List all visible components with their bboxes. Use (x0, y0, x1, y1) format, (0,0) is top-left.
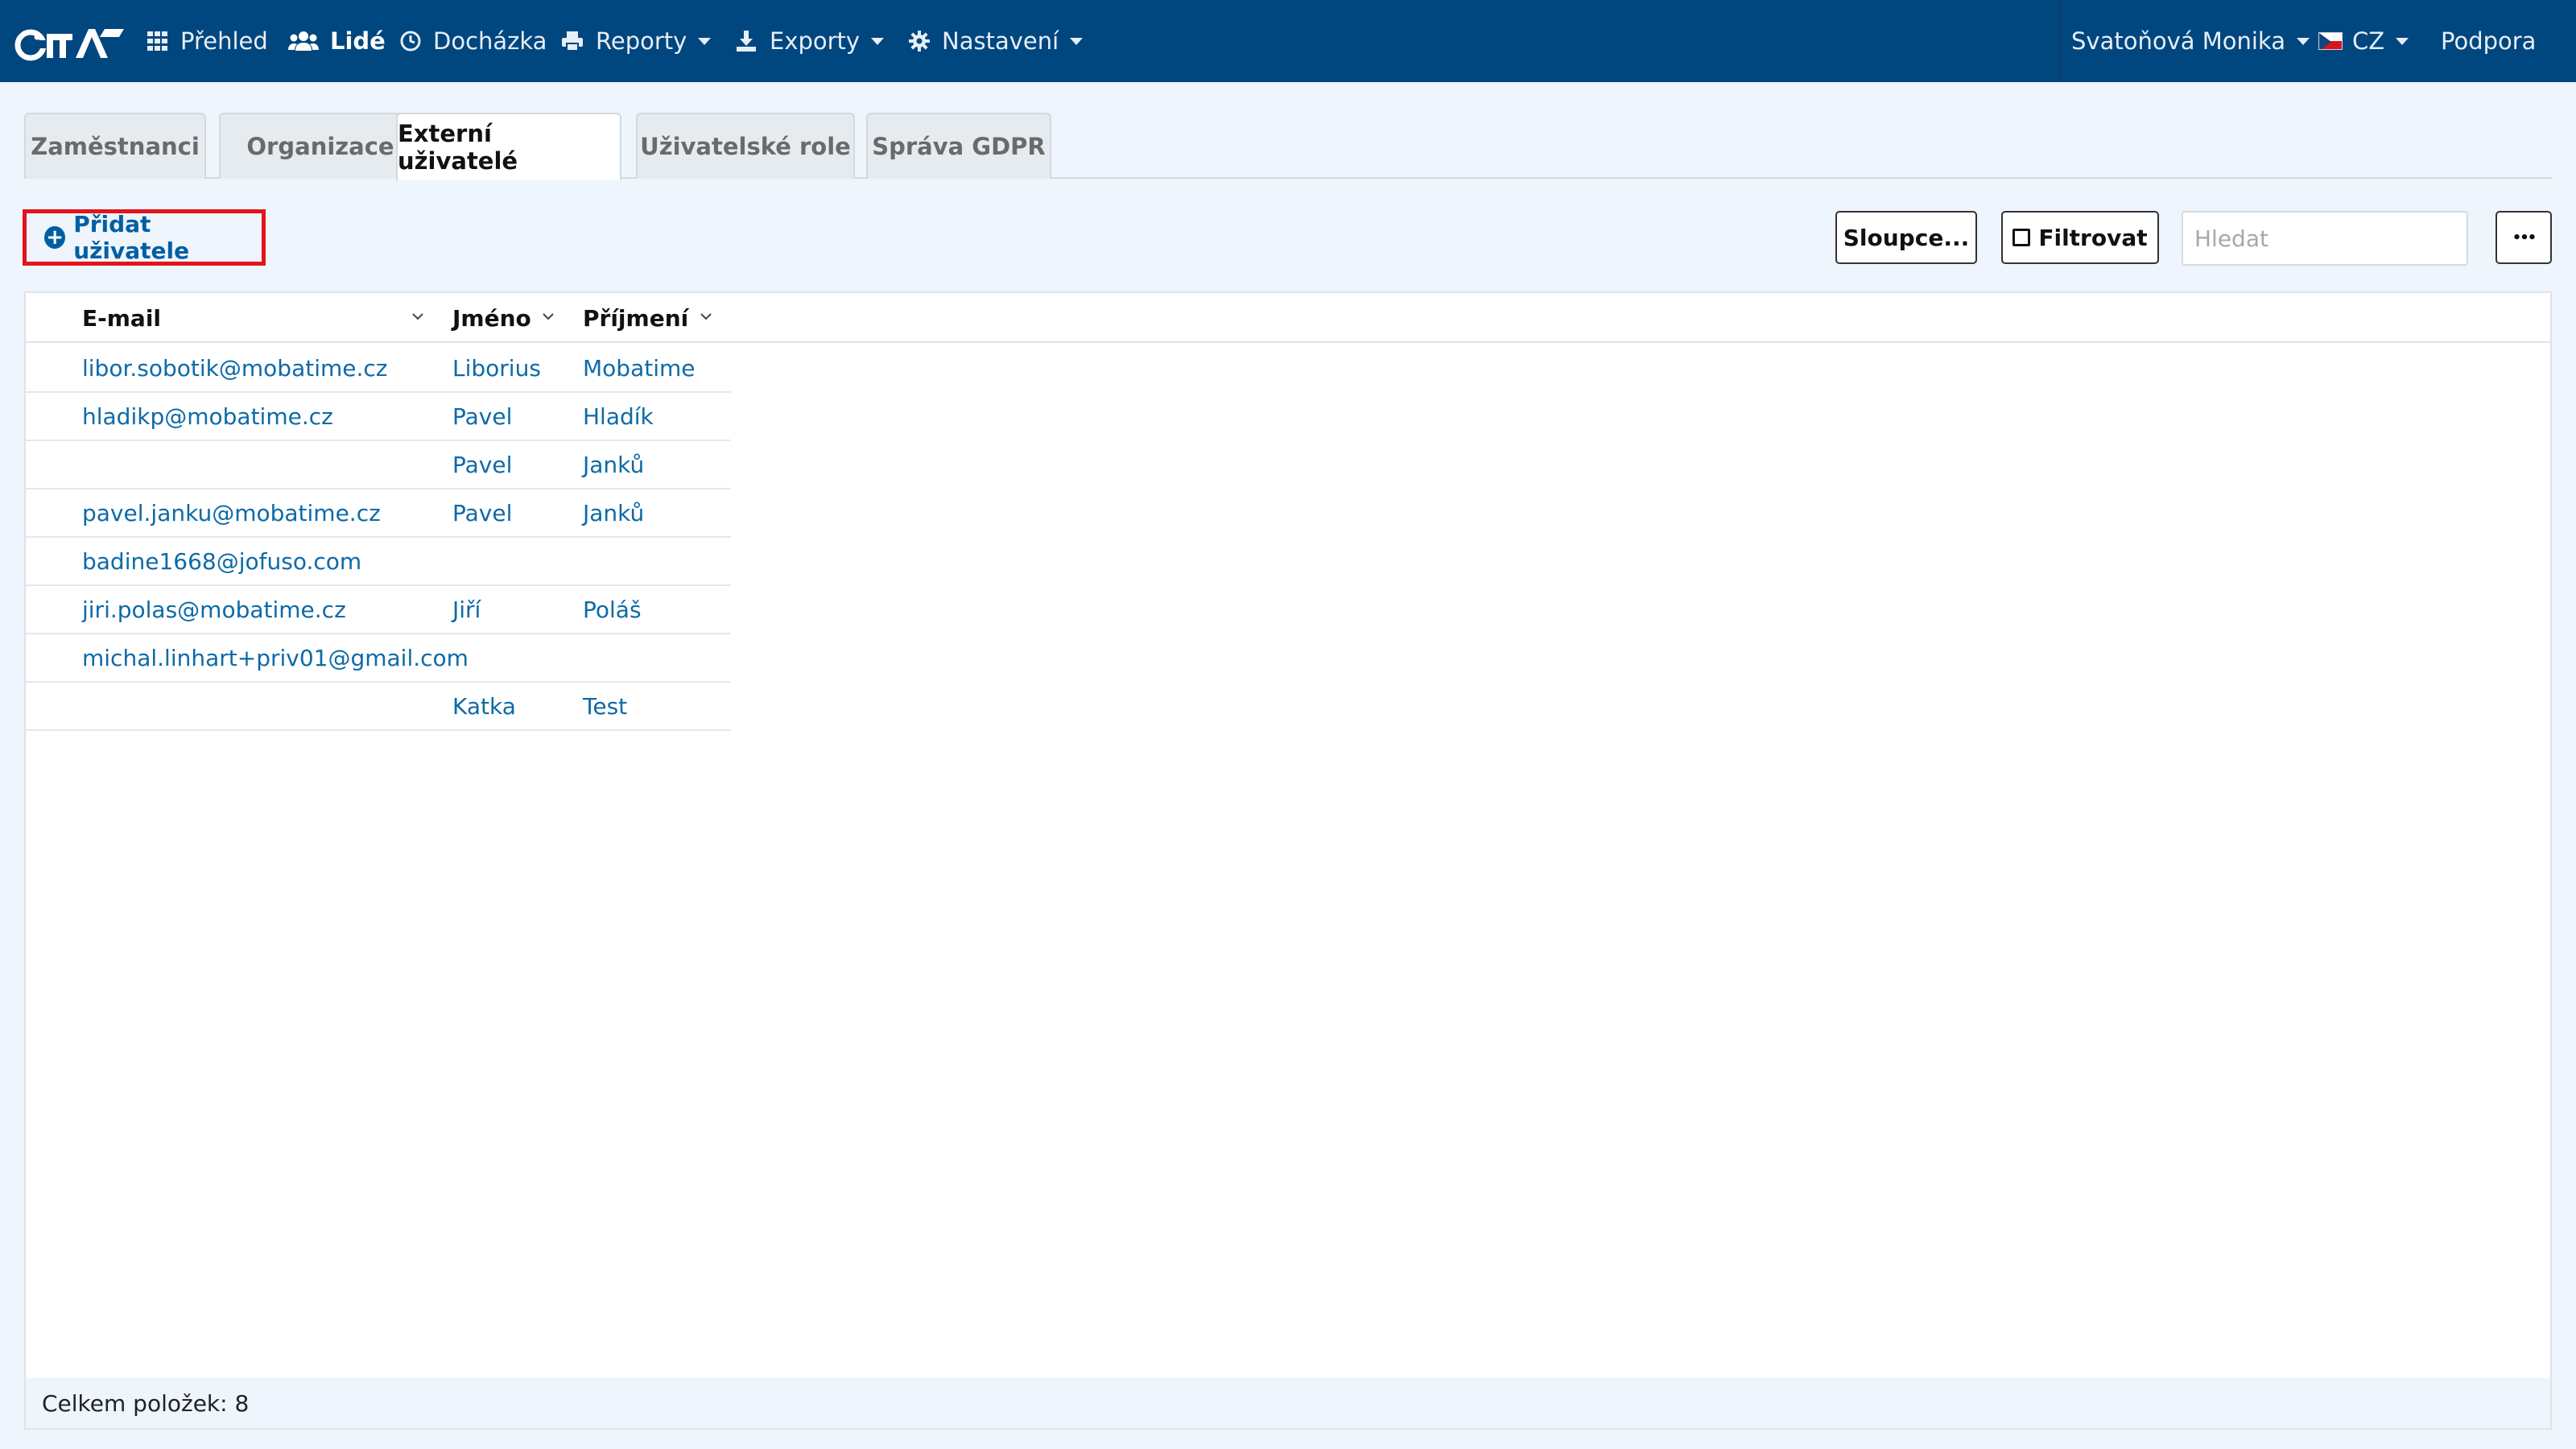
checkbox-icon (2013, 229, 2031, 246)
tab-label: Externí uživatelé (398, 120, 518, 175)
cell-first-name[interactable]: Pavel (452, 393, 512, 440)
table-row[interactable]: Katka Test (26, 683, 731, 731)
cell-last-name[interactable]: Test (583, 683, 627, 729)
tab-label: Uživatelské role (640, 133, 851, 160)
filter-label: Filtrovat (2038, 224, 2148, 251)
czech-flag-icon (2318, 32, 2343, 50)
cell-first-name[interactable]: Pavel (452, 489, 512, 536)
chevron-down-icon (871, 37, 885, 45)
cell-first-name[interactable]: Jiří (452, 586, 481, 633)
cell-last-name[interactable]: Poláš (583, 586, 642, 633)
table-footer: Celkem položek: 8 (26, 1378, 2550, 1428)
printer-icon (560, 30, 596, 52)
tab-label: Zaměstnanci (31, 133, 200, 160)
support-label: Podpora (2441, 27, 2537, 55)
tab-bar: Zaměstnanci Organizace Externí uživatelé Už… (24, 113, 2552, 180)
cell-last-name[interactable]: Janků (583, 441, 644, 488)
cell-email[interactable]: hladikp@mobatime.cz (82, 393, 333, 440)
nav-item-label: Lidé (330, 27, 386, 55)
table-row[interactable]: libor.sobotik@mobatime.cz Liborius Mobatim… (26, 345, 731, 393)
table-row[interactable]: jiri.polas@mobatime.cz Jiří Poláš (26, 586, 731, 634)
top-navbar: Přehled Lidé Docházka Reporty Exporty Nastave… (0, 0, 2576, 82)
plus-circle-icon: + (44, 226, 66, 249)
columns-button[interactable]: Sloupce... (1835, 211, 1977, 264)
column-label: Příjmení (583, 304, 689, 332)
total-items-count: Celkem položek: 8 (42, 1389, 250, 1417)
nav-item-label: Nastavení (942, 27, 1059, 55)
cell-email[interactable]: michal.linhart+priv01@gmail.com (82, 634, 469, 681)
user-menu[interactable]: Svatoňová Monika (2071, 0, 2310, 82)
language-menu[interactable]: CZ (2318, 0, 2409, 82)
nav-item-label: Exporty (770, 27, 861, 55)
nav-item-label: Přehled (180, 27, 268, 55)
users-icon (288, 30, 330, 52)
table-row[interactable]: hladikp@mobatime.cz Pavel Hladík (26, 393, 731, 441)
table-row[interactable]: michal.linhart+priv01@gmail.com (26, 634, 731, 683)
tab-organizace[interactable]: Organizace (219, 113, 422, 179)
chevron-down-icon (698, 37, 712, 45)
chevron-down-icon (2396, 37, 2409, 45)
cell-email[interactable]: pavel.janku@mobatime.cz (82, 489, 381, 536)
column-label: E-mail (82, 304, 162, 332)
cell-email[interactable]: badine1668@jofuso.com (82, 538, 361, 584)
cell-email[interactable]: jiri.polas@mobatime.cz (82, 586, 346, 633)
chevron-down-icon (2296, 37, 2310, 45)
nav-item-prehled[interactable]: Přehled (147, 0, 268, 82)
tab-label: Správa GDPR (872, 133, 1046, 160)
tab-sprava-gdpr[interactable]: Správa GDPR (866, 113, 1051, 179)
add-user-button[interactable]: + Přidat uživatele (23, 209, 266, 266)
chevron-down-icon[interactable] (409, 308, 427, 325)
language-label: CZ (2352, 27, 2385, 55)
cell-last-name[interactable]: Janků (583, 489, 644, 536)
cell-first-name[interactable]: Pavel (452, 441, 512, 488)
tab-externi-uzivatele[interactable]: Externí uživatelé (396, 113, 621, 180)
nav-item-exporty[interactable]: Exporty (734, 0, 885, 82)
clock-icon (399, 30, 433, 52)
gear-icon (908, 30, 942, 52)
nav-item-label: Reporty (596, 27, 687, 55)
filter-button[interactable]: Filtrovat (2001, 211, 2159, 264)
chevron-down-icon[interactable] (539, 308, 557, 325)
download-icon (734, 29, 770, 53)
chevron-down-icon[interactable] (697, 308, 715, 325)
columns-label: Sloupce... (1843, 224, 1970, 251)
ellipsis-icon: ••• (2512, 229, 2537, 246)
nav-item-dochazka[interactable]: Docházka (399, 0, 547, 82)
table-row[interactable]: badine1668@jofuso.com (26, 538, 731, 586)
cell-last-name[interactable]: Mobatime (583, 345, 695, 391)
column-label: Jméno (452, 304, 531, 332)
tab-uzivatelske-role[interactable]: Uživatelské role (636, 113, 855, 179)
nav-item-reporty[interactable]: Reporty (560, 0, 712, 82)
search-input[interactable] (2182, 211, 2468, 266)
navbar-divider (2058, 0, 2060, 82)
column-header-last-name[interactable]: Příjmení (583, 293, 688, 343)
table-row[interactable]: Pavel Janků (26, 441, 731, 489)
support-link[interactable]: Podpora (2441, 0, 2536, 82)
external-users-table: E-mail Jméno Příjmení libor.sobotik@moba… (24, 291, 2552, 1430)
more-options-button[interactable]: ••• (2496, 211, 2552, 264)
cell-first-name[interactable]: Katka (452, 683, 516, 729)
nav-item-label: Docházka (433, 27, 547, 55)
tab-label: Organizace (246, 133, 394, 160)
cell-first-name[interactable]: Liborius (452, 345, 541, 391)
nav-item-lide[interactable]: Lidé (288, 0, 386, 82)
cell-last-name[interactable]: Hladík (583, 393, 654, 440)
table-row[interactable]: pavel.janku@mobatime.cz Pavel Janků (26, 489, 731, 538)
column-header-email[interactable]: E-mail (82, 293, 161, 343)
chevron-down-icon (1070, 37, 1084, 45)
grid-icon (147, 30, 180, 52)
nav-item-nastaveni[interactable]: Nastavení (908, 0, 1084, 82)
add-user-label: Přidat uživatele (73, 211, 190, 264)
table-header: E-mail Jméno Příjmení (26, 293, 2550, 343)
tab-zamestnanci[interactable]: Zaměstnanci (24, 113, 206, 179)
column-header-first-name[interactable]: Jméno (452, 293, 531, 343)
cell-email[interactable]: libor.sobotik@mobatime.cz (82, 345, 388, 391)
user-name: Svatoňová Monika (2071, 27, 2285, 55)
